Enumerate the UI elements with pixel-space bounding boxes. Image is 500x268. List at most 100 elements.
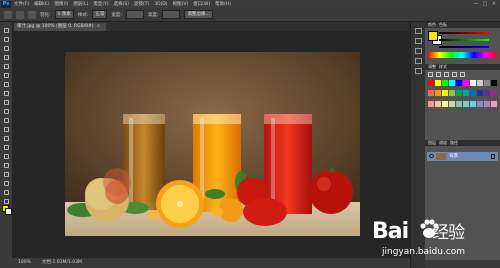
quick-select-tool-icon[interactable] bbox=[2, 53, 10, 61]
tab-color[interactable]: 颜色 bbox=[428, 22, 436, 27]
vibrance-icon[interactable] bbox=[460, 72, 465, 77]
eraser-tool-icon[interactable] bbox=[2, 116, 10, 124]
blue-slider[interactable] bbox=[439, 46, 489, 48]
character-icon[interactable] bbox=[415, 58, 422, 64]
shape-tool-icon[interactable] bbox=[2, 179, 10, 187]
marquee-tool-icon[interactable] bbox=[2, 35, 10, 43]
tab-adjustments[interactable]: 调整 bbox=[428, 64, 436, 69]
height-input[interactable] bbox=[162, 10, 181, 19]
swatch-cell[interactable] bbox=[456, 100, 462, 107]
brush-preset-icon[interactable] bbox=[415, 48, 422, 54]
add-selection-icon[interactable] bbox=[28, 10, 36, 19]
color-ramp[interactable] bbox=[428, 52, 497, 58]
menu-view[interactable]: 视图(V) bbox=[173, 1, 189, 7]
swatch-cell[interactable] bbox=[435, 80, 441, 86]
swatch-cell[interactable] bbox=[428, 90, 434, 97]
swatch-cell[interactable] bbox=[442, 80, 448, 86]
gradient-tool-icon[interactable] bbox=[2, 125, 10, 133]
type-tool-icon[interactable] bbox=[2, 161, 10, 169]
swatch-cell[interactable] bbox=[491, 100, 497, 107]
layer-row-background[interactable]: 背景 bbox=[427, 152, 498, 161]
swatch-cell[interactable] bbox=[449, 90, 455, 97]
green-slider[interactable] bbox=[439, 39, 489, 41]
tab-paths[interactable]: 路径 bbox=[450, 140, 458, 145]
background-color-swatch[interactable] bbox=[5, 208, 12, 215]
path-selection-tool-icon[interactable] bbox=[2, 170, 10, 178]
refine-edge-button[interactable]: 调整边缘... bbox=[184, 10, 213, 19]
menu-3d[interactable]: 3D(D) bbox=[154, 2, 167, 7]
minimize-button[interactable]: — bbox=[473, 1, 479, 7]
hand-tool-icon[interactable] bbox=[2, 188, 10, 196]
menu-type[interactable]: 类型(Y) bbox=[93, 1, 108, 7]
zoom-level[interactable]: 100% bbox=[18, 258, 31, 268]
swatch-cell[interactable] bbox=[491, 90, 497, 97]
history-brush-tool-icon[interactable] bbox=[2, 107, 10, 115]
swatch-cell[interactable] bbox=[484, 80, 490, 86]
marquee-tool-preset-icon[interactable] bbox=[4, 10, 12, 19]
levels-icon[interactable] bbox=[436, 72, 441, 77]
swatch-cell[interactable] bbox=[477, 90, 483, 97]
lasso-tool-icon[interactable] bbox=[2, 44, 10, 52]
tab-styles[interactable]: 样式 bbox=[439, 64, 447, 69]
brightness-icon[interactable] bbox=[428, 72, 433, 77]
swatch-cell[interactable] bbox=[470, 100, 476, 107]
menu-layer[interactable]: 图层(L) bbox=[73, 1, 88, 7]
swatch-cell[interactable] bbox=[456, 80, 462, 86]
feather-input[interactable]: 0 像素 bbox=[54, 10, 74, 19]
healing-brush-tool-icon[interactable] bbox=[2, 80, 10, 88]
swatch-cell[interactable] bbox=[463, 80, 469, 86]
swatch-cell[interactable] bbox=[435, 100, 441, 107]
document-tab[interactable]: 果汁.jpg @ 100% (图层 0, RGB/8#) × bbox=[14, 23, 107, 31]
menu-image[interactable]: 图像(I) bbox=[54, 1, 68, 7]
maximize-button[interactable]: □ bbox=[482, 1, 488, 7]
menu-file[interactable]: 文件(F) bbox=[14, 1, 29, 7]
history-icon[interactable] bbox=[415, 28, 422, 34]
move-tool-icon[interactable] bbox=[2, 26, 10, 34]
red-slider[interactable] bbox=[439, 32, 489, 34]
swatch-cell[interactable] bbox=[477, 100, 483, 107]
brush-tool-icon[interactable] bbox=[2, 89, 10, 97]
exposure-icon[interactable] bbox=[452, 72, 457, 77]
swatch-cell[interactable] bbox=[463, 90, 469, 97]
zoom-tool-icon[interactable] bbox=[2, 197, 10, 205]
swatch-cell[interactable] bbox=[484, 90, 490, 97]
paragraph-icon[interactable] bbox=[415, 68, 422, 74]
panel-foreground-color[interactable] bbox=[428, 31, 438, 41]
document-info[interactable]: 文档:1.03M/1.03M bbox=[42, 258, 82, 268]
eyedropper-tool-icon[interactable] bbox=[2, 71, 10, 79]
swatch-cell[interactable] bbox=[477, 80, 483, 86]
tab-layers[interactable]: 图层 bbox=[428, 140, 436, 145]
swatch-cell[interactable] bbox=[428, 80, 434, 86]
close-button[interactable]: × bbox=[491, 1, 497, 7]
swatch-cell[interactable] bbox=[435, 90, 441, 97]
clone-stamp-tool-icon[interactable] bbox=[2, 98, 10, 106]
menu-window[interactable]: 窗口(W) bbox=[193, 1, 210, 7]
swatch-cell[interactable] bbox=[491, 80, 497, 86]
menu-select[interactable]: 选择(S) bbox=[114, 1, 129, 7]
tab-channels[interactable]: 通道 bbox=[439, 140, 447, 145]
swatch-cell[interactable] bbox=[449, 100, 455, 107]
swatch-cell[interactable] bbox=[463, 100, 469, 107]
width-input[interactable] bbox=[125, 10, 144, 19]
pen-tool-icon[interactable] bbox=[2, 152, 10, 160]
menu-help[interactable]: 帮助(H) bbox=[215, 1, 231, 7]
swatch-cell[interactable] bbox=[442, 90, 448, 97]
blur-tool-icon[interactable] bbox=[2, 134, 10, 142]
tab-swatches[interactable]: 色板 bbox=[439, 22, 447, 27]
style-select[interactable]: 正常 bbox=[92, 10, 108, 19]
dodge-tool-icon[interactable] bbox=[2, 143, 10, 151]
swatch-cell[interactable] bbox=[428, 100, 434, 107]
menu-filter[interactable]: 滤镜(T) bbox=[134, 1, 149, 7]
swatch-cell[interactable] bbox=[484, 100, 490, 107]
swatch-cell[interactable] bbox=[470, 90, 476, 97]
curves-icon[interactable] bbox=[444, 72, 449, 77]
properties-icon[interactable] bbox=[415, 38, 422, 44]
menu-edit[interactable]: 编辑(E) bbox=[34, 1, 49, 7]
swatch-cell[interactable] bbox=[442, 100, 448, 107]
close-tab-icon[interactable]: × bbox=[97, 24, 101, 29]
document-canvas-image[interactable] bbox=[65, 52, 360, 236]
swatch-cell[interactable] bbox=[449, 80, 455, 86]
new-selection-icon[interactable] bbox=[16, 10, 24, 19]
swatch-cell[interactable] bbox=[456, 90, 462, 97]
swatch-cell[interactable] bbox=[470, 80, 476, 86]
